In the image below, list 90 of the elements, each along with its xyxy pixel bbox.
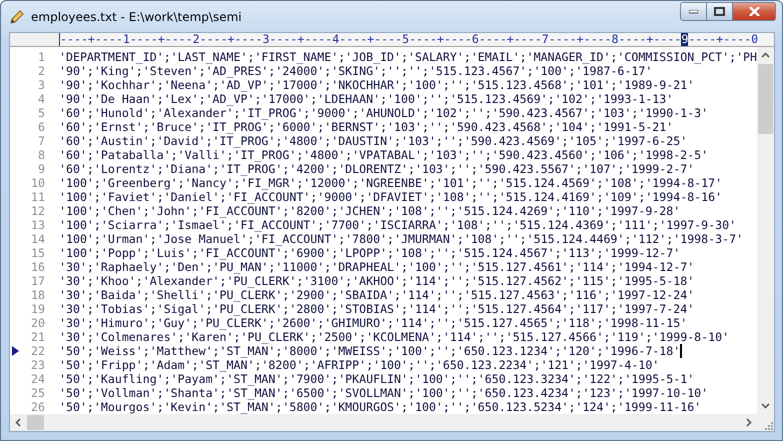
- text-line: '90';'Kochhar';'Neena';'AD_VP';'17000';'NKOCHHAR';'100';'';'515.123.4568';'101';'1989-9-21': [59, 78, 694, 92]
- scroll-left-icon[interactable]: [14, 418, 23, 427]
- ruler-ticks: ----+----: [200, 33, 262, 46]
- text-line: '30';'Baida';'Shelli';'PU_CLERK';'2900';'SBAIDA';'114';'';'515.127.4563';'116';'1997-12-24': [59, 288, 694, 302]
- scrollbar-thumb[interactable]: [758, 64, 773, 134]
- line-number: 18: [31, 288, 45, 302]
- vertical-scrollbar[interactable]: [757, 47, 774, 414]
- minimize-button[interactable]: [680, 2, 707, 21]
- text-line: '50';'Vollman';'Shanta';'ST_MAN';'6500';'SVOLLMAN';'100';'';'650.123.4234';'123';'1997-10-10': [59, 386, 708, 400]
- ruler-label: 9: [681, 33, 688, 46]
- text-line: '90';'King';'Steven';'AD_PRES';'24000';'SKING';'';'';'515.123.4567';'100';'1987-6-17': [59, 64, 652, 78]
- minimize-icon: [689, 10, 698, 14]
- window-title: employees.txt - E:\work\temp\semi: [31, 10, 243, 24]
- ruler-label: 6: [472, 33, 479, 46]
- ruler-ticks: ----+----: [478, 33, 542, 46]
- ruler-label: 1: [122, 33, 130, 46]
- ruler-ticks: ----+----: [688, 33, 752, 46]
- line-number: 15: [31, 246, 45, 260]
- text-line: '30';'Himuro';'Guy';'PU_CLERK';'2600';'GHIMURO';'114';'';'515.127.4565';'118';'1998-11-15': [59, 316, 688, 330]
- line-number: 23: [31, 358, 45, 372]
- text-line: '60';'Lorentz';'Diana';'IT_PROG';'4200';'DLORENTZ';'103';'';'590.423.5567';'107';'1999-2-7': [59, 162, 694, 176]
- ruler-label: 8: [612, 33, 618, 46]
- text-line: '50';'Weiss';'Matthew';'ST_MAN';'8000';'MWEISS';'100';'';'650.123.1234';'120';'1996-7-18': [59, 344, 680, 358]
- ruler-ticks: ----+----: [618, 33, 682, 46]
- line-number: 1: [38, 50, 45, 64]
- text-line: '90';'De Haan';'Lex';'AD_VP';'17000';'LDEHAAN';'100';'';'515.123.4569';'102';'1993-1-13': [59, 92, 674, 106]
- line-number: 24: [31, 372, 45, 386]
- close-icon: [748, 7, 760, 16]
- line-number: 20: [31, 316, 45, 330]
- line-number: 2: [38, 64, 45, 78]
- line-number: 12: [31, 204, 45, 218]
- line-number: 13: [31, 218, 45, 232]
- text-line: '30';'Tobias';'Sigal';'PU_CLERK';'2800';'STOBIAS';'114';'';'515.127.4564';'117';'1997-7-24': [59, 302, 694, 316]
- text-line: '100';'Urman';'Jose Manuel';'FI_ACCOUNT';'7800';'JMURMAN';'108';'';'515.124.4469';'112';'1998-3-7': [59, 232, 744, 246]
- ruler-label: 0: [751, 33, 758, 46]
- ruler-label: 7: [542, 33, 549, 46]
- line-number: 4: [38, 92, 45, 106]
- text-line: '50';'Mourgos';'Kevin';'ST_MAN';'5800';'KMOURGOS';'100';'';'650.123.5234';'124';'1999-11-16': [59, 400, 702, 414]
- line-number: 10: [31, 176, 45, 190]
- ruler-ticks: ----+----: [60, 33, 123, 46]
- maximize-icon: [714, 7, 725, 16]
- line-number: 5: [38, 106, 45, 120]
- ruler-ticks: ----+----: [130, 33, 193, 46]
- line-number: 25: [31, 386, 45, 400]
- text-line: '60';'Hunold';'Alexander';'IT_PROG';'9000';'AHUNOLD';'102';'';'590.423.4567';'103';'1990-1-3': [59, 106, 708, 120]
- text-line: '50';'Fripp';'Adam';'ST_MAN';'8200';'AFRIPP';'100';'';'650.123.2234';'121';'1997-4-10': [59, 358, 660, 372]
- text-line: '100';'Chen';'John';'FI_ACCOUNT';'8200';'JCHEN';'108';'';'515.124.4269';'110';'1997-9-28': [59, 204, 680, 218]
- line-number: 14: [31, 232, 45, 246]
- line-number: 6: [38, 120, 45, 134]
- line-number: 16: [31, 260, 45, 274]
- text-line: '30';'Colmenares';'Karen';'PU_CLERK';'2500';'KCOLMENA';'114';'';'515.127.4566';'119';'1999-8-10': [59, 330, 730, 344]
- line-number: 11: [31, 190, 45, 204]
- line-number: 9: [38, 162, 45, 176]
- line-number: 8: [38, 148, 45, 162]
- scroll-right-icon[interactable]: [744, 418, 753, 427]
- text-line: '100';'Faviet';'Daniel';'FI_ACCOUNT';'9000';'DFAVIET';'108';'';'515.124.4169';'109';'1994-8-16': [59, 190, 722, 204]
- text-line: '100';'Greenberg';'Nancy';'FI_MGR';'12000';'NGREENBE';'101';'';'515.124.4569';'108';'1994-8-17': [59, 176, 722, 190]
- text-line: '50';'Kaufling';'Payam';'ST_MAN';'7900';'PKAUFLIN';'100';'';'650.123.3234';'122';'1995-5-1': [59, 372, 694, 386]
- ruler-label: 2: [192, 33, 200, 46]
- pencil-icon: [9, 8, 25, 24]
- scroll-up-icon[interactable]: [761, 51, 770, 60]
- line-number: 3: [38, 78, 45, 92]
- line-number: 22: [31, 344, 45, 358]
- horizontal-scrollbar[interactable]: [10, 414, 774, 431]
- text-line: '60';'Pataballa';'Valli';'IT_PROG';'4800';'VPATABAL';'103';'';'590.423.4560';'106';'1998-2-5': [59, 148, 708, 162]
- text-cursor: [680, 344, 682, 358]
- line-number: 17: [31, 274, 45, 288]
- line-number: 19: [31, 302, 45, 316]
- close-button[interactable]: [732, 2, 776, 21]
- ruler-ticks: ----+----: [269, 33, 332, 46]
- maximize-button[interactable]: [706, 2, 733, 21]
- ruler-label: 3: [262, 33, 270, 46]
- ruler-label: 5: [402, 33, 410, 46]
- ruler-ticks: ----+----: [339, 33, 402, 46]
- text-line: '30';'Khoo';'Alexander';'PU_CLERK';'3100';'AKHOO';'114';'';'515.127.4562';'115';'1995-5-18': [59, 274, 694, 288]
- text-line: '100';'Sciarra';'Ismael';'FI_ACCOUNT';'7700';'ISCIARRA';'108';'';'515.124.4369';'111';'1997-9-30': [59, 218, 736, 232]
- ruler-ticks: ----+----: [409, 33, 472, 46]
- line-number: 21: [31, 330, 45, 344]
- ruler-label: 4: [332, 33, 340, 46]
- text-line: 'DEPARTMENT_ID';'LAST_NAME';'FIRST_NAME';'JOB_ID';'SALARY';'EMAIL';'MANAGER_ID';'COMMISSION_PCT';'PH: [59, 50, 757, 64]
- scrollbar-thumb[interactable]: [27, 415, 44, 430]
- ruler-ticks: ----+----: [548, 33, 612, 46]
- text-line: '30';'Raphaely';'Den';'PU_MAN';'11000';'DRAPHEAL';'100';'';'515.127.4561';'114';'1994-12-7': [59, 260, 694, 274]
- text-line: '60';'Ernst';'Bruce';'IT_PROG';'6000';'BERNST';'103';'';'590.423.4568';'104';'1991-5-21': [59, 120, 674, 134]
- text-line: '100';'Popp';'Luis';'FI_ACCOUNT';'6900';'LPOPP';'108';'';'515.124.4567';'113';'1999-12-7': [59, 246, 680, 260]
- line-number: 26: [31, 400, 45, 414]
- scroll-down-icon[interactable]: [761, 401, 770, 410]
- text-line: '60';'Austin';'David';'IT_PROG';'4800';'DAUSTIN';'103';'';'590.423.4569';'105';'1997-6-25': [59, 134, 688, 148]
- line-number: 7: [38, 134, 45, 148]
- size-grip-icon[interactable]: [763, 420, 774, 431]
